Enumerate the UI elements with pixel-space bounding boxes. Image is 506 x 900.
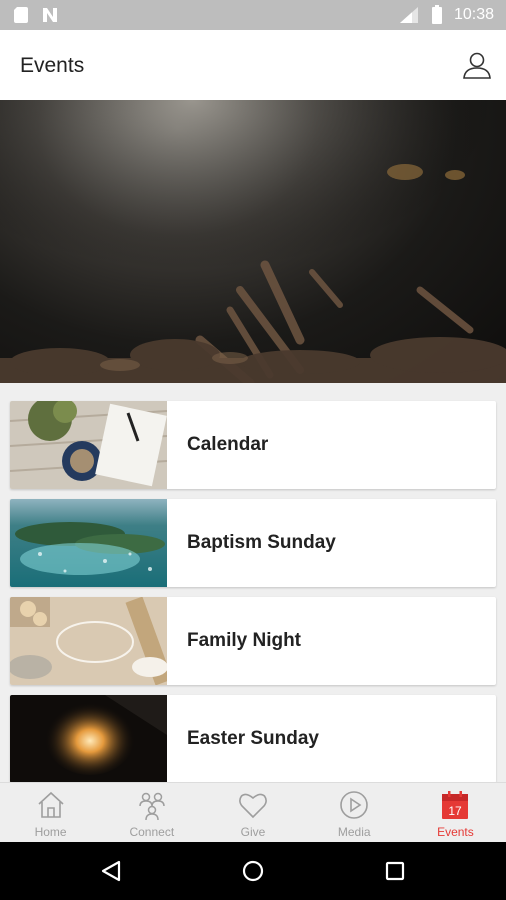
back-icon[interactable] [100,860,122,882]
status-time: 10:38 [453,6,494,23]
calendar-day-number: 17 [449,804,463,818]
easter-thumbnail [10,695,167,783]
status-bar: 10:38 [0,0,506,30]
signal-icon [400,7,418,23]
worship-hands-illustration [0,100,506,383]
page-title: Events [20,54,85,77]
tab-events[interactable]: 17 Events [405,783,506,842]
event-label: Easter Sunday [187,728,319,749]
heart-icon [239,793,267,819]
app-bar: Events [0,30,506,100]
tab-give[interactable]: Give [202,783,303,842]
battery-icon [432,5,442,24]
tab-label: Events [437,825,474,839]
calendar-icon: 17 [442,791,469,819]
event-card-easter-sunday[interactable]: Easter Sunday [10,695,496,783]
profile-icon[interactable] [462,50,492,80]
tab-label: Connect [129,825,175,839]
bottom-tab-bar: Home Connect Give Media 17 Events [0,782,506,842]
event-label: Family Night [187,630,302,651]
event-card-family-night[interactable]: Family Night [10,597,496,685]
play-icon [340,791,369,819]
tab-label: Give [240,825,266,839]
recents-icon[interactable] [385,861,405,881]
hero-image [0,100,506,383]
event-card-calendar[interactable]: Calendar [10,401,496,489]
family-night-thumbnail [10,597,167,685]
sd-card-icon [14,7,28,23]
event-list: Calendar Baptism Sunday Family Night Eas… [10,401,496,793]
tab-media[interactable]: Media [304,783,405,842]
system-nav-bar [0,842,506,900]
event-label: Baptism Sunday [187,532,336,553]
home-icon [38,791,64,818]
connect-icon [139,792,165,821]
tab-home[interactable]: Home [0,783,101,842]
calendar-thumbnail [10,401,167,489]
tab-label: Media [337,825,371,839]
baptism-thumbnail [10,499,167,587]
n-notification-icon [43,8,57,22]
event-card-baptism-sunday[interactable]: Baptism Sunday [10,499,496,587]
home-button-icon[interactable] [242,860,264,882]
event-label: Calendar [187,434,269,455]
tab-label: Home [34,825,67,839]
tab-connect[interactable]: Connect [101,783,202,842]
